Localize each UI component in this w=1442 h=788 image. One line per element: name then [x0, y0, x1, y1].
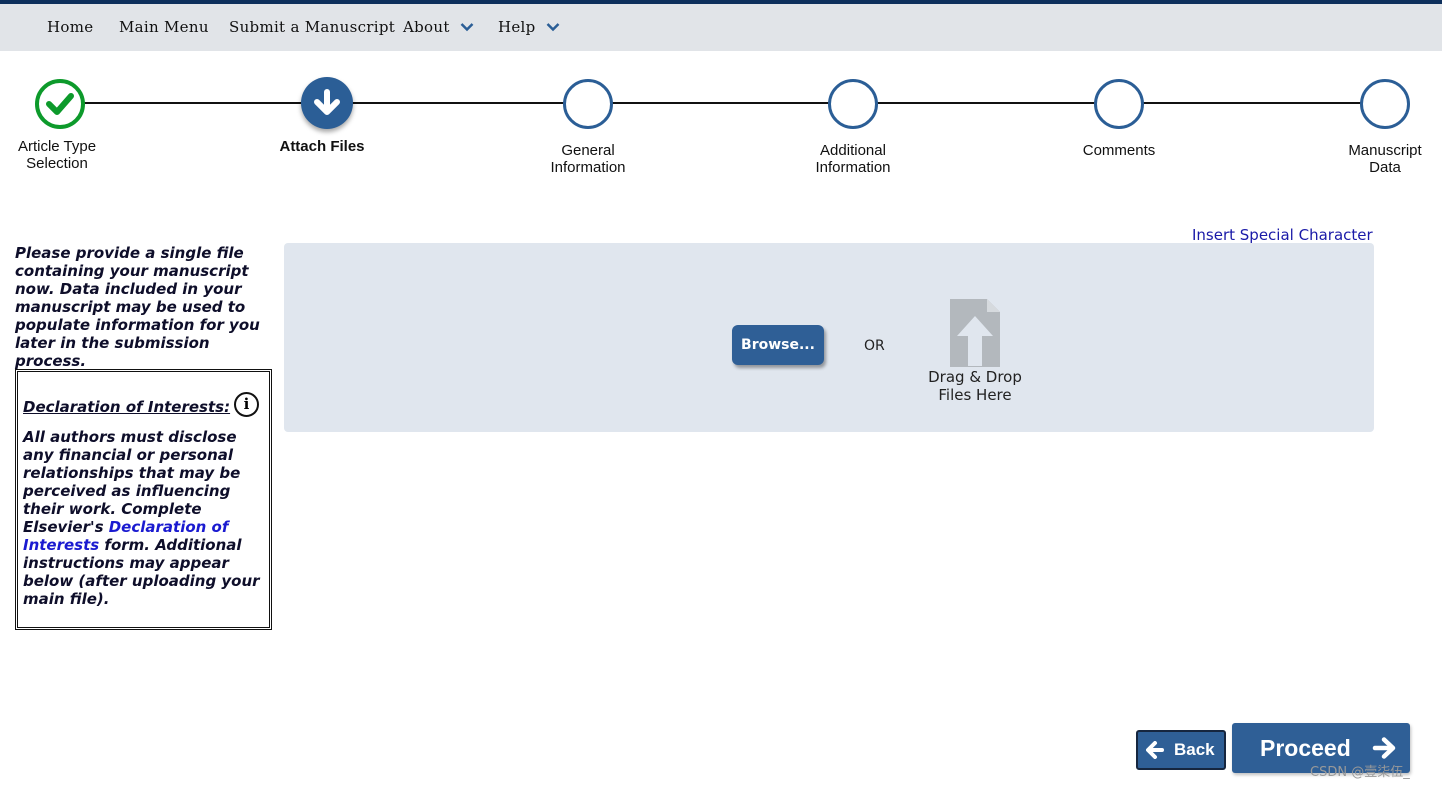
step-attach-files-label: Attach Files — [279, 138, 365, 155]
browse-button[interactable]: Browse... — [732, 325, 824, 365]
progress-track — [60, 102, 1385, 104]
nav-help[interactable]: Help — [498, 18, 560, 36]
declaration-body: All authors must disclose any financial … — [23, 428, 260, 608]
nav-about[interactable]: About — [403, 18, 474, 36]
upload-instructions: Please provide a single file containing … — [15, 244, 260, 370]
drag-drop-label: Drag & Drop Files Here — [928, 368, 1022, 404]
back-button-label: Back — [1174, 740, 1215, 759]
nav-home-label: Home — [47, 18, 94, 36]
step-attach-files-circle — [301, 77, 353, 129]
nav-about-label: About — [403, 18, 450, 36]
nav-submit-manuscript[interactable]: Submit a Manuscript — [229, 18, 395, 36]
arrow-right-icon — [1372, 737, 1396, 759]
insert-special-character-link[interactable]: Insert Special Character — [1192, 226, 1373, 244]
step-additional-information-label: Additional Information — [815, 142, 891, 176]
or-separator: OR — [864, 338, 885, 354]
nav-main-menu[interactable]: Main Menu — [119, 18, 209, 36]
chevron-down-icon — [460, 23, 474, 32]
declaration-title: Declaration of Interests: — [23, 398, 231, 416]
checkmark-icon — [46, 93, 74, 115]
step-comments-label: Comments — [1082, 142, 1156, 159]
file-drop-zone[interactable]: Browse... OR Drag & Drop Files Here — [284, 243, 1374, 432]
proceed-button-label: Proceed — [1260, 735, 1351, 761]
nav-main-menu-label: Main Menu — [119, 18, 209, 36]
top-navbar: Home Main Menu Submit a Manuscript About… — [0, 4, 1442, 51]
arrow-left-icon — [1146, 741, 1164, 759]
step-additional-information-circle — [828, 79, 878, 129]
step-manuscript-data-label: Manuscript Data — [1348, 142, 1422, 176]
file-upload-icon — [950, 299, 1000, 367]
nav-home[interactable]: Home — [47, 18, 93, 36]
chevron-down-icon — [546, 23, 559, 32]
info-icon[interactable]: i — [234, 392, 259, 417]
step-general-information-label: General Information — [550, 142, 626, 176]
step-manuscript-data-circle — [1360, 79, 1410, 129]
nav-help-label: Help — [498, 18, 536, 36]
step-general-information-circle — [563, 79, 613, 129]
watermark: CSDN @壹柒伍_ — [1310, 765, 1410, 780]
back-button[interactable]: Back — [1136, 730, 1226, 770]
step-comments-circle — [1094, 79, 1144, 129]
nav-submit-manuscript-label: Submit a Manuscript — [229, 18, 396, 36]
step-article-type-label: Article Type Selection — [17, 138, 97, 172]
step-article-type-circle[interactable] — [35, 79, 85, 129]
arrow-down-icon — [314, 89, 340, 115]
declaration-of-interests-box: Declaration of Interests: i All authors … — [15, 369, 272, 630]
